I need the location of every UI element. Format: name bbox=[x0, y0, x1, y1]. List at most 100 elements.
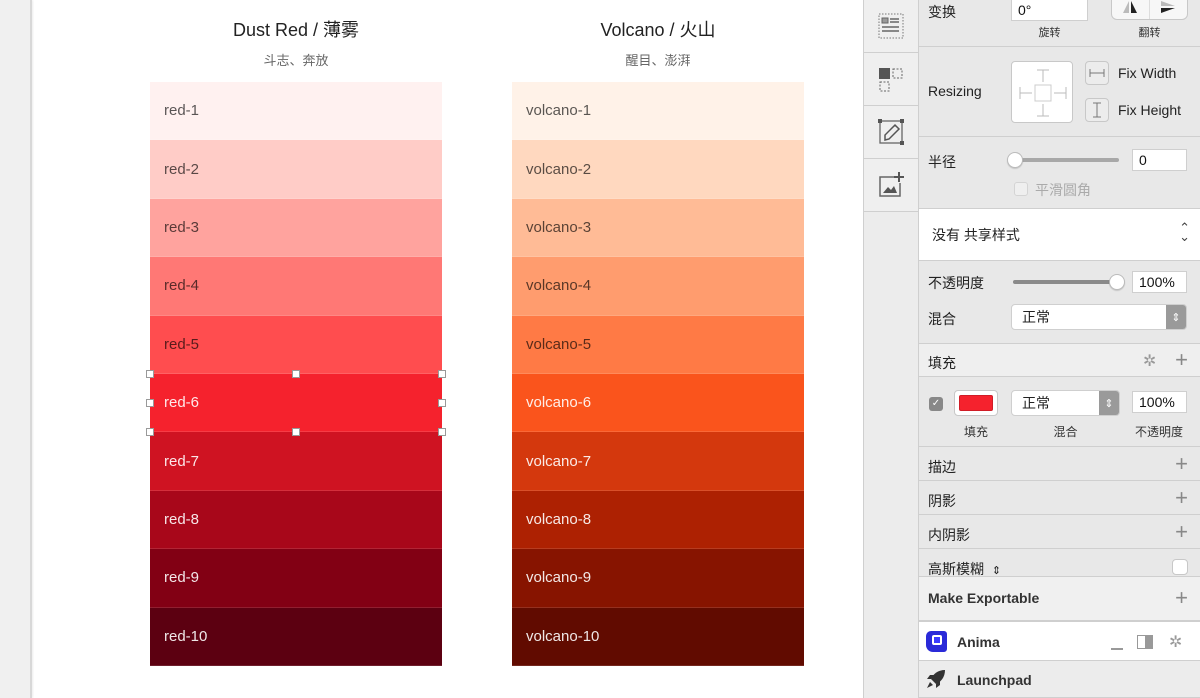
flip-vertical-button[interactable] bbox=[1150, 0, 1188, 19]
blur-label: 高斯模糊 bbox=[928, 561, 984, 577]
select-arrows-icon: ⇕ bbox=[1099, 391, 1119, 415]
left-gutter bbox=[0, 0, 32, 698]
color-swatch-volcano-5[interactable]: volcano-5 bbox=[512, 315, 804, 374]
color-swatch-red-6[interactable]: red-6 bbox=[150, 373, 442, 433]
color-swatch-red-2[interactable]: red-2 bbox=[150, 140, 442, 199]
swatch-label: red-3 bbox=[164, 218, 200, 236]
color-swatch-volcano-2[interactable]: volcano-2 bbox=[512, 140, 804, 199]
symbol-overrides-icon bbox=[879, 68, 903, 92]
border-label: 描边 bbox=[928, 459, 956, 475]
swatch-label: red-5 bbox=[164, 335, 200, 353]
inner-shadow-label: 内阴影 bbox=[928, 527, 970, 543]
export-section: Make Exportable + bbox=[919, 577, 1200, 621]
blend-caption: 混合 bbox=[1053, 425, 1078, 439]
resizing-label: Resizing bbox=[928, 83, 982, 99]
swatch-label: volcano-2 bbox=[526, 160, 592, 178]
canvas[interactable]: Dust Red / 薄雾 斗志、奔放 red-1 red-2 red-3 red-4… bbox=[34, 0, 863, 698]
color-swatch-red-9[interactable]: red-9 bbox=[150, 549, 442, 608]
add-fill-button[interactable]: + bbox=[1175, 349, 1188, 371]
smooth-corners-checkbox[interactable] bbox=[1014, 182, 1028, 196]
tab-add-image[interactable] bbox=[864, 159, 918, 212]
color-swatch-volcano-7[interactable]: volcano-7 bbox=[512, 432, 804, 491]
color-swatch-red-7[interactable]: red-7 bbox=[150, 432, 442, 491]
tab-inspector[interactable] bbox=[864, 0, 918, 53]
flip-horizontal-button[interactable] bbox=[1112, 0, 1150, 19]
flip-button-group bbox=[1111, 0, 1188, 20]
color-swatch-volcano-10[interactable]: volcano-10 bbox=[512, 607, 804, 666]
opacity-slider-track[interactable] bbox=[1013, 280, 1119, 284]
make-exportable-label: Make Exportable bbox=[928, 590, 1040, 606]
color-swatch-red-3[interactable]: red-3 bbox=[150, 198, 442, 258]
rocket-icon bbox=[926, 669, 946, 692]
color-swatch-volcano-9[interactable]: volcano-9 bbox=[512, 549, 804, 608]
tab-symbol-overrides[interactable] bbox=[864, 53, 918, 106]
color-swatch-red-10[interactable]: red-10 bbox=[150, 607, 442, 666]
shared-style-chevron-icon: ⌃ ⌄ bbox=[1179, 220, 1190, 244]
add-inner-shadow-button[interactable]: + bbox=[1175, 521, 1188, 543]
fill-settings-gear-icon[interactable]: ✲ bbox=[1143, 351, 1156, 371]
color-swatch-volcano-1[interactable]: volcano-1 bbox=[512, 82, 804, 141]
color-swatch-volcano-6[interactable]: volcano-6 bbox=[512, 373, 804, 433]
anima-panel-toggle-icon[interactable] bbox=[1137, 635, 1153, 649]
swatch-label: volcano-4 bbox=[526, 277, 592, 295]
flip-vertical-icon bbox=[1161, 1, 1176, 13]
fix-height-icon bbox=[1093, 102, 1101, 118]
blur-enabled-checkbox[interactable] bbox=[1172, 559, 1188, 575]
radius-input[interactable]: 0 bbox=[1132, 149, 1187, 171]
swatch-label: volcano-1 bbox=[526, 102, 592, 120]
fill-caption: 填充 bbox=[963, 425, 988, 439]
swatch-label: volcano-5 bbox=[526, 335, 592, 353]
color-swatch-volcano-4[interactable]: volcano-4 bbox=[512, 257, 804, 316]
color-swatch-red-5[interactable]: red-5 bbox=[150, 315, 442, 374]
edit-shape-icon bbox=[878, 119, 904, 145]
resizing-constraints-widget[interactable] bbox=[1011, 61, 1073, 123]
palette-subtitle: 斗志、奔放 bbox=[263, 53, 329, 68]
fill-enabled-checkbox[interactable]: ✓ bbox=[929, 397, 943, 411]
opacity-blend-section: 不透明度 100% 混合 正常 ⇕ bbox=[919, 261, 1200, 344]
tab-edit-shape[interactable] bbox=[864, 106, 918, 159]
fill-color-well[interactable] bbox=[954, 390, 998, 416]
add-border-button[interactable]: + bbox=[1175, 453, 1188, 475]
resizing-section: Resizing Fix Width Fix Height bbox=[919, 47, 1200, 137]
swatch-label: volcano-7 bbox=[526, 452, 592, 470]
plugin-launchpad[interactable]: Launchpad bbox=[919, 661, 1200, 698]
swatch-label: volcano-3 bbox=[526, 218, 592, 236]
fill-blend-select[interactable]: 正常 ⇕ bbox=[1011, 390, 1120, 416]
swatch-label: red-7 bbox=[164, 452, 200, 470]
color-swatch-red-8[interactable]: red-8 bbox=[150, 490, 442, 550]
fix-width-button[interactable] bbox=[1085, 61, 1109, 85]
blend-select[interactable]: 正常 ⇕ bbox=[1011, 304, 1187, 330]
anima-settings-gear-icon[interactable]: ✲ bbox=[1169, 632, 1182, 652]
make-exportable-button[interactable]: + bbox=[1175, 587, 1188, 609]
swatch-label: volcano-6 bbox=[526, 394, 592, 412]
color-swatch-red-1[interactable]: red-1 bbox=[150, 82, 442, 141]
opacity-input[interactable]: 100% bbox=[1132, 271, 1187, 293]
smooth-corners-label: 平滑圆角 bbox=[1035, 182, 1091, 198]
radius-label: 半径 bbox=[928, 154, 956, 170]
blend-select-value: 正常 bbox=[1022, 309, 1050, 325]
fill-color-swatch bbox=[959, 395, 993, 411]
shared-style-select[interactable]: 没有 共享样式 ⌃ ⌄ bbox=[919, 209, 1200, 261]
fill-opacity-input[interactable]: 100% bbox=[1132, 391, 1187, 413]
fix-width-icon bbox=[1089, 69, 1105, 77]
launchpad-label: Launchpad bbox=[957, 672, 1032, 688]
palette-title: Volcano / 火山 bbox=[600, 20, 716, 40]
anima-minimize-button[interactable] bbox=[1111, 648, 1123, 650]
fill-row: ✓ 正常 ⇕ 100% 填充 混合 不透明度 bbox=[919, 377, 1200, 447]
swatch-label: volcano-9 bbox=[526, 569, 592, 587]
anima-label: Anima bbox=[957, 634, 1000, 650]
rotation-label: 旋转 bbox=[1038, 27, 1061, 39]
blur-type-select[interactable]: 高斯模糊 ⇕ bbox=[928, 559, 1001, 579]
inner-shadow-section: 内阴影 + bbox=[919, 515, 1200, 549]
fill-header: 填充 ✲ + bbox=[919, 344, 1200, 377]
color-swatch-volcano-8[interactable]: volcano-8 bbox=[512, 490, 804, 550]
color-swatch-volcano-3[interactable]: volcano-3 bbox=[512, 198, 804, 258]
fix-height-button[interactable] bbox=[1085, 98, 1109, 122]
add-shadow-button[interactable]: + bbox=[1175, 487, 1188, 509]
opacity-slider-knob[interactable] bbox=[1109, 274, 1125, 290]
color-swatch-red-4[interactable]: red-4 bbox=[150, 257, 442, 316]
rotation-input[interactable]: 0° bbox=[1011, 0, 1088, 21]
fix-width-label: Fix Width bbox=[1118, 65, 1177, 81]
radius-slider-track[interactable] bbox=[1013, 158, 1119, 162]
radius-slider-knob[interactable] bbox=[1007, 152, 1023, 168]
